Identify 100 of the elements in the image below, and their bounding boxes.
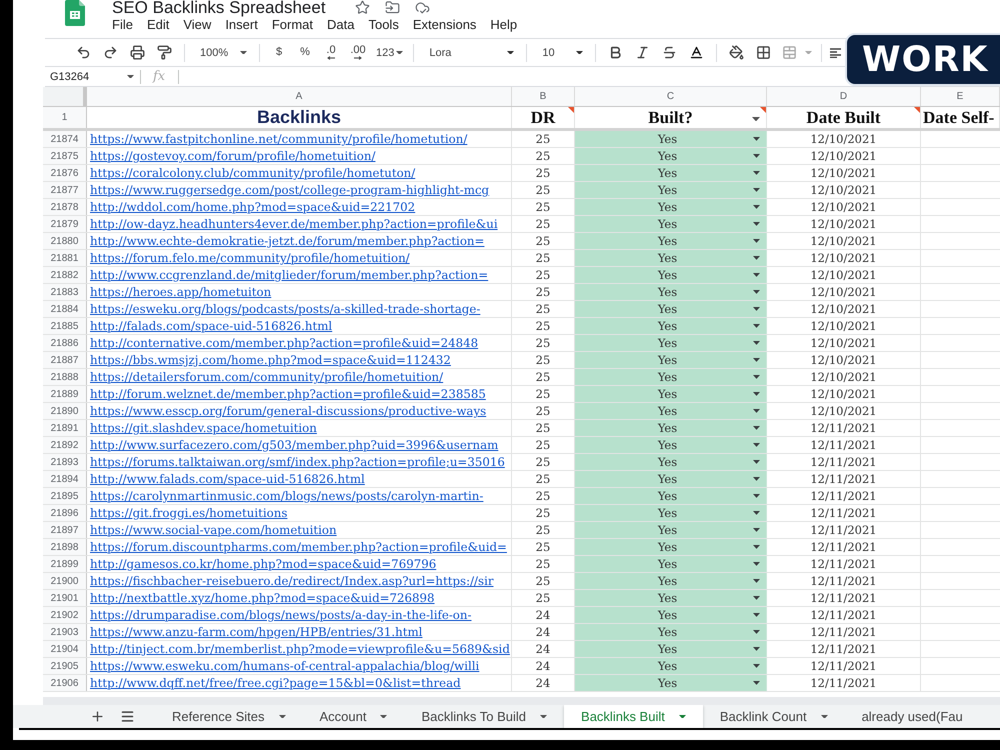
backlink-url[interactable]: https://www.esweku.com/humans-of-central-appalachia/blog/willi bbox=[90, 659, 480, 673]
backlink-url[interactable]: https://www.anzu-farm.com/hpgen/HPB/entries/31.html bbox=[90, 625, 422, 639]
print-icon[interactable] bbox=[130, 45, 145, 60]
sheet-tab[interactable]: Reference Sites bbox=[155, 705, 302, 728]
fill-color-icon[interactable] bbox=[729, 45, 744, 60]
font-dropdown[interactable]: Lora bbox=[420, 42, 520, 64]
row-number[interactable]: 21884 bbox=[43, 301, 87, 317]
status-dropdown[interactable]: Yes bbox=[575, 318, 767, 334]
percent-button[interactable]: % bbox=[292, 42, 318, 64]
row-number[interactable]: 21899 bbox=[43, 556, 87, 572]
menu-item[interactable]: Insert bbox=[225, 17, 258, 33]
column-header[interactable]: B bbox=[512, 87, 575, 106]
borders-icon[interactable] bbox=[756, 45, 772, 60]
backlink-url[interactable]: https://detailersforum.com/community/profile/hometuition/ bbox=[90, 370, 444, 384]
backlink-url[interactable]: http://gamesos.co.kr/home.php?mod=space&uid=769796 bbox=[90, 557, 436, 571]
menu-item[interactable]: Format bbox=[272, 17, 313, 33]
zoom-dropdown[interactable]: 100% bbox=[191, 42, 253, 64]
backlink-url[interactable]: https://forum.discountpharms.com/member.php?action=profile&uid= bbox=[90, 540, 507, 554]
backlink-url[interactable]: http://www.ccgrenzland.de/mitglieder/forum/member.php?action= bbox=[90, 268, 488, 282]
status-dropdown[interactable]: Yes bbox=[575, 403, 767, 419]
italic-icon[interactable] bbox=[635, 45, 650, 60]
backlink-url[interactable]: https://heroes.app/hometuiton bbox=[90, 285, 272, 299]
row-number[interactable]: 21887 bbox=[43, 352, 87, 368]
row-number[interactable]: 21878 bbox=[43, 199, 87, 215]
row-number[interactable]: 21896 bbox=[43, 505, 87, 521]
redo-icon[interactable] bbox=[103, 45, 118, 60]
backlink-url[interactable]: https://bbs.wmsjzj.com/home.php?mod=space&uid=112432 bbox=[90, 353, 451, 367]
status-dropdown[interactable]: Yes bbox=[575, 658, 767, 674]
status-dropdown[interactable]: Yes bbox=[575, 488, 767, 504]
backlink-url[interactable]: https://fischbacher-reisebuero.de/redirect/Index.asp?url=https://sir bbox=[90, 574, 494, 588]
status-dropdown[interactable]: Yes bbox=[575, 131, 767, 147]
sheet-list-icon[interactable] bbox=[120, 709, 134, 724]
backlink-url[interactable]: http://www.falads.com/space-uid-516826.html bbox=[90, 472, 365, 486]
backlink-url[interactable]: https://www.esscp.org/forum/general-discussions/productive-ways bbox=[90, 404, 486, 418]
row-number[interactable]: 21894 bbox=[43, 471, 87, 487]
row-number[interactable]: 21883 bbox=[43, 284, 87, 300]
status-dropdown[interactable]: Yes bbox=[575, 233, 767, 249]
column-header[interactable]: D bbox=[767, 87, 921, 106]
status-dropdown[interactable]: Yes bbox=[575, 590, 767, 606]
backlink-url[interactable]: http://conternative.com/member.php?action=profile&uid=24848 bbox=[90, 336, 478, 350]
column-header[interactable]: A bbox=[87, 87, 512, 106]
status-dropdown[interactable]: Yes bbox=[575, 148, 767, 164]
column-header[interactable]: E bbox=[921, 87, 1000, 106]
sheet-tab[interactable]: Backlink Count bbox=[702, 705, 845, 728]
status-dropdown[interactable]: Yes bbox=[575, 250, 767, 266]
row-number[interactable]: 21901 bbox=[43, 590, 87, 606]
row-number[interactable]: 1 bbox=[43, 107, 87, 128]
backlink-url[interactable]: https://forum.felo.me/community/profile/hometuition/ bbox=[90, 251, 410, 265]
row-number[interactable]: 21893 bbox=[43, 454, 87, 470]
backlink-url[interactable]: http://tinject.com.br/memberlist.php?mode=viewprofile&u=5689&sid bbox=[90, 642, 510, 656]
backlink-url[interactable]: https://git.froggi.es/hometuitions bbox=[90, 506, 288, 520]
row-number[interactable]: 21880 bbox=[43, 233, 87, 249]
backlink-url[interactable]: http://ow-dayz.headhunters4ever.de/member.php?action=profile&ui bbox=[90, 217, 498, 231]
status-dropdown[interactable]: Yes bbox=[575, 641, 767, 657]
status-dropdown[interactable]: Yes bbox=[575, 335, 767, 351]
row-number[interactable]: 21904 bbox=[43, 641, 87, 657]
row-number[interactable]: 21882 bbox=[43, 267, 87, 283]
folder-arrow-icon[interactable] bbox=[384, 0, 400, 15]
filter-dropdown-icon[interactable] bbox=[752, 117, 760, 122]
row-number[interactable]: 21895 bbox=[43, 488, 87, 504]
menu-item[interactable]: Tools bbox=[368, 17, 399, 33]
increase-decimals-button[interactable]: .00 bbox=[344, 42, 372, 64]
row-number[interactable]: 21876 bbox=[43, 165, 87, 181]
backlink-url[interactable]: https://www.fastpitchonline.net/community/profile/hometution/ bbox=[90, 132, 468, 146]
row-number[interactable]: 21889 bbox=[43, 386, 87, 402]
status-dropdown[interactable]: Yes bbox=[575, 284, 767, 300]
spreadsheet-logo-icon[interactable] bbox=[65, 0, 85, 26]
row-number[interactable]: 21881 bbox=[43, 250, 87, 266]
status-dropdown[interactable]: Yes bbox=[575, 471, 767, 487]
menu-item[interactable]: Edit bbox=[146, 17, 170, 33]
menu-item[interactable]: View bbox=[183, 17, 212, 33]
status-dropdown[interactable]: Yes bbox=[575, 369, 767, 385]
row-number[interactable]: 21891 bbox=[43, 420, 87, 436]
currency-button[interactable]: $ bbox=[266, 42, 292, 64]
status-dropdown[interactable]: Yes bbox=[575, 607, 767, 623]
backlink-url[interactable]: http://nextbattle.xyz/home.php?mod=space&uid=726898 bbox=[90, 591, 435, 605]
backlink-url[interactable]: https://carolynmartinmusic.com/blogs/news/posts/carolyn-martin- bbox=[90, 489, 484, 503]
status-dropdown[interactable]: Yes bbox=[575, 624, 767, 640]
horizontal-scrollbar[interactable] bbox=[43, 697, 1000, 705]
backlink-url[interactable]: https://forums.talktaiwan.org/smf/index.php?action=profile;u=35016 bbox=[90, 455, 505, 469]
cloud-check-icon[interactable] bbox=[414, 0, 430, 15]
decrease-decimals-button[interactable]: .0 bbox=[318, 42, 344, 64]
backlink-url[interactable]: https://coralcolony.club/community/profile/hometuton/ bbox=[90, 166, 416, 180]
paint-roller-icon[interactable] bbox=[157, 45, 172, 60]
merge-cells-icon[interactable] bbox=[782, 45, 797, 60]
row-number[interactable]: 21886 bbox=[43, 335, 87, 351]
status-dropdown[interactable]: Yes bbox=[575, 267, 767, 283]
status-dropdown[interactable]: Yes bbox=[575, 199, 767, 215]
backlink-url[interactable]: https://git.slashdev.space/hometuition bbox=[90, 421, 317, 435]
row-number[interactable]: 21898 bbox=[43, 539, 87, 555]
row-number[interactable]: 21905 bbox=[43, 658, 87, 674]
row-number[interactable]: 21890 bbox=[43, 403, 87, 419]
menu-item[interactable]: File bbox=[112, 17, 133, 33]
row-number[interactable]: 21892 bbox=[43, 437, 87, 453]
status-dropdown[interactable]: Yes bbox=[575, 437, 767, 453]
row-number[interactable]: 21902 bbox=[43, 607, 87, 623]
sheet-tab[interactable]: Backlinks To Build bbox=[404, 705, 564, 728]
status-dropdown[interactable]: Yes bbox=[575, 352, 767, 368]
status-dropdown[interactable]: Yes bbox=[575, 301, 767, 317]
bold-icon[interactable] bbox=[608, 45, 624, 60]
